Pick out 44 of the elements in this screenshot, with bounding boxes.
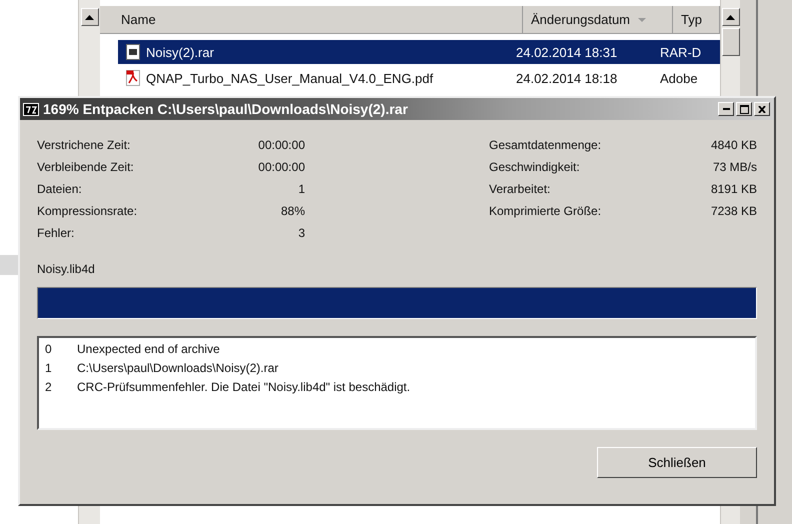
stat-label: Fehler:	[37, 226, 74, 240]
log-message: Unexpected end of archive	[77, 342, 220, 356]
up-arrow-icon	[85, 14, 94, 20]
stat-label: Geschwindigkeit:	[489, 160, 580, 174]
stat-label: Verarbeitet:	[489, 182, 550, 196]
scroll-thumb[interactable]	[722, 28, 740, 56]
column-header[interactable]: Name	[100, 6, 523, 34]
scroll-up-button[interactable]	[722, 8, 740, 26]
minimize-button[interactable]	[718, 102, 734, 116]
stat-label: Dateien:	[37, 182, 82, 196]
stat-label: Verbleibende Zeit:	[37, 160, 134, 174]
stat-value: 1	[298, 182, 305, 196]
stat-value: 88%	[280, 204, 305, 218]
close-icon	[758, 106, 766, 112]
stat-value: 00:00:00	[258, 138, 305, 152]
current-file-name: Noisy.lib4d	[37, 262, 96, 278]
stat-value: 8191 KB	[710, 182, 757, 196]
stat-label: Kompressionsrate:	[37, 204, 138, 218]
window-title: 169% Entpacken C:\Users\paul\Downloads\Noisy(2).rar	[43, 101, 409, 117]
log-index: 0	[45, 342, 53, 356]
pdf-file-icon	[126, 70, 140, 86]
stat-value: 4840 KB	[710, 138, 757, 152]
maximize-button[interactable]	[736, 102, 752, 116]
up-arrow-icon	[726, 14, 735, 20]
scroll-up-button[interactable]	[80, 8, 98, 26]
stat-label: Gesamtdatenmenge:	[489, 138, 602, 152]
close-button[interactable]	[754, 102, 770, 116]
archive-file-icon	[126, 44, 140, 60]
minimize-icon	[722, 108, 730, 110]
stat-value: 7238 KB	[710, 204, 757, 218]
log-index: 2	[45, 380, 53, 394]
stat-value: 3	[298, 226, 305, 240]
stat-value: 73 MB/s	[712, 160, 757, 174]
column-header[interactable]: Änderungsdatum	[523, 6, 673, 34]
close-dialog-button[interactable]: Schließen	[597, 447, 757, 478]
app-logo-icon	[23, 102, 39, 116]
stat-label: Verstrichene Zeit:	[37, 138, 130, 152]
log-message: C:\Users\paul\Downloads\Noisy(2).rar	[77, 360, 278, 374]
log-index: 1	[45, 360, 53, 374]
maximize-icon	[740, 104, 748, 114]
stat-value: 00:00:00	[258, 160, 305, 174]
log-message: CRC-Prüfsummenfehler. Die Datei "Noisy.lib4d" ist beschädigt.	[77, 380, 410, 394]
file-row[interactable]: Noisy(2).rar 24.02.2014 18:31 RAR-D	[118, 40, 720, 64]
stat-label: Komprimierte Größe:	[489, 204, 602, 218]
